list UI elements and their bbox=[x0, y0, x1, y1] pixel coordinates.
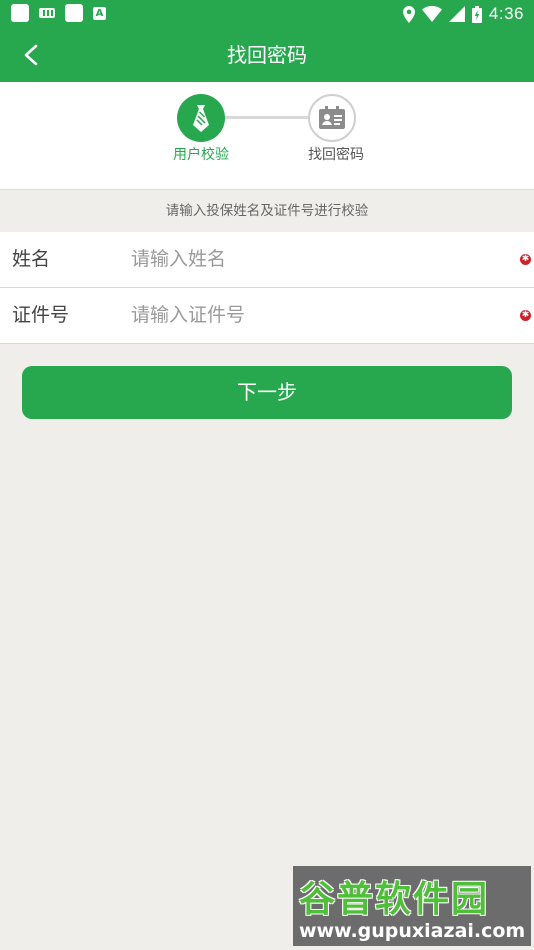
notification-square-icon bbox=[11, 4, 29, 22]
status-right: 4:36 bbox=[402, 4, 524, 24]
notification-square-icon bbox=[65, 4, 83, 22]
wifi-icon bbox=[421, 6, 442, 22]
required-icon: ✱ bbox=[520, 254, 531, 265]
step-connector bbox=[224, 116, 310, 119]
required-icon: ✱ bbox=[520, 310, 531, 321]
name-input[interactable] bbox=[131, 242, 501, 276]
name-row: 姓名 ✱ bbox=[0, 232, 534, 288]
step-retrieve-password bbox=[308, 94, 356, 142]
id-number-row: 证件号 ✱ bbox=[0, 288, 534, 344]
form-hint: 请输入投保姓名及证件号进行校验 bbox=[165, 203, 369, 219]
page-title: 找回密码 bbox=[227, 43, 307, 67]
id-card-icon bbox=[319, 106, 345, 129]
signal-icon bbox=[448, 6, 465, 22]
status-bar: A 4:36 bbox=[0, 0, 534, 28]
step-user-verify bbox=[177, 94, 225, 142]
a-badge-icon: A bbox=[93, 6, 106, 20]
watermark-title: 谷普软件园 bbox=[299, 879, 490, 920]
tie-icon bbox=[193, 105, 209, 132]
battery-icon bbox=[471, 5, 482, 23]
id-number-input[interactable] bbox=[131, 298, 501, 332]
step-label-user-verify: 用户校验 bbox=[173, 147, 229, 163]
watermark: 谷普软件园 www.gupuxiazai.com bbox=[293, 866, 531, 946]
watermark-url: www.gupuxiazai.com bbox=[299, 920, 526, 942]
name-label: 姓名 bbox=[12, 248, 51, 270]
step-indicator: 用户校验 找回密码 bbox=[0, 82, 534, 190]
id-number-label: 证件号 bbox=[12, 304, 70, 326]
next-step-button[interactable]: 下一步 bbox=[22, 366, 512, 419]
status-left: A bbox=[11, 4, 106, 22]
location-icon bbox=[402, 5, 415, 23]
keyboard-icon bbox=[39, 8, 55, 18]
step-label-retrieve-password: 找回密码 bbox=[308, 147, 364, 163]
status-time: 4:36 bbox=[488, 4, 524, 23]
app-bar: 找回密码 bbox=[0, 28, 534, 82]
verify-form: 姓名 ✱ 证件号 ✱ bbox=[0, 232, 534, 344]
